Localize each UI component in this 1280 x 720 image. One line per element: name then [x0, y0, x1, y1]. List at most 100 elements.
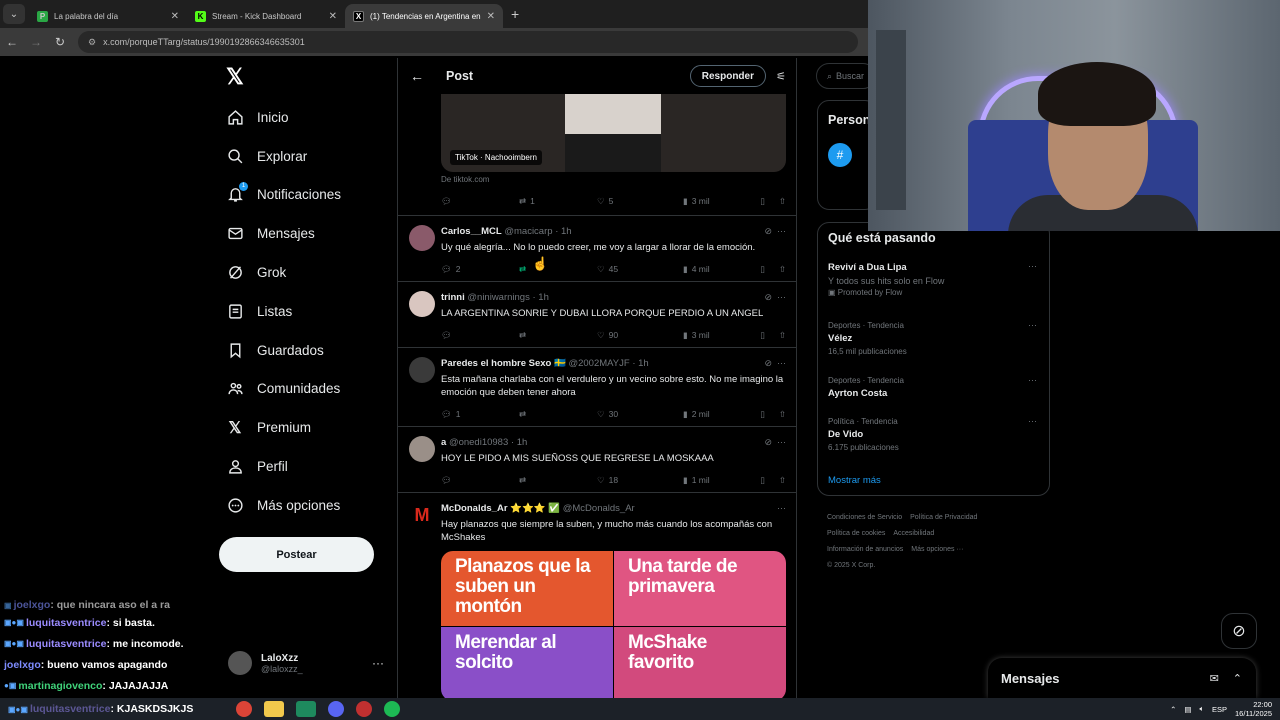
reload-icon[interactable]: ↻	[48, 35, 72, 49]
author-name[interactable]: Paredes el hombre Sexo 🇸🇪	[441, 358, 566, 369]
avatar[interactable]	[409, 357, 435, 383]
lang-indicator[interactable]: ESP	[1212, 705, 1227, 714]
repost-action[interactable]: ⇄	[519, 330, 597, 341]
repost-action[interactable]: ⇄	[519, 264, 597, 275]
tab-1[interactable]: P La palabra del día ✕	[29, 4, 187, 28]
reply-action[interactable]: 💬︎ 2	[441, 264, 519, 275]
sidebar-item-comunidades[interactable]: Comunidades	[226, 370, 386, 409]
new-message-icon[interactable]: ✉	[1210, 672, 1219, 685]
trend-item[interactable]: Política · Tendencia De Vido 6.175 publi…	[828, 416, 1043, 454]
share-icon[interactable]: ⇧	[779, 409, 786, 420]
site-info-icon[interactable]: ⚙	[88, 37, 96, 48]
mcdonalds-logo-icon[interactable]: M	[409, 502, 435, 528]
like-action[interactable]: ♡ 5	[597, 196, 683, 207]
sidebar-item-listas[interactable]: Listas	[226, 292, 386, 331]
footer-link[interactable]: Política de cookies	[827, 530, 885, 537]
promo-image-grid[interactable]: Planazos que la suben un montón Una tard…	[441, 551, 786, 698]
more-icon[interactable]: ···	[372, 656, 384, 670]
x-logo-icon[interactable]: 𝕏	[226, 64, 244, 90]
bookmark-icon[interactable]: ▯	[760, 196, 765, 207]
more-icon[interactable]: ···	[1028, 416, 1037, 426]
reply-tweet[interactable]: Carlos__MCL @macicarp · 1h ⊘ ··· Uy qué …	[398, 215, 796, 281]
more-icon[interactable]: ···	[777, 503, 786, 513]
bookmark-icon[interactable]: ▯	[760, 330, 765, 341]
grok-icon[interactable]: ⊘ ···	[764, 437, 786, 448]
trend-item[interactable]: Deportes · Tendencia Vélez 16,5 mil publ…	[828, 320, 1043, 358]
author-name[interactable]: McDonalds_Ar ⭐⭐⭐ ✅	[441, 503, 560, 514]
reply-action[interactable]: 💬︎	[441, 330, 519, 341]
views-action[interactable]: ▮ 1 mil	[683, 475, 755, 486]
sidebar-item-inicio[interactable]: Inicio	[226, 98, 386, 137]
more-icon[interactable]: ···	[1028, 375, 1037, 385]
sidebar-item-explorar[interactable]: Explorar	[226, 137, 386, 176]
footer-link[interactable]: Más opciones ···	[911, 546, 963, 553]
discord-icon[interactable]	[328, 701, 344, 717]
footer-link[interactable]: Condiciones de Servicio	[827, 514, 902, 521]
network-icon[interactable]: ▤	[1184, 705, 1191, 714]
folder-icon[interactable]	[264, 701, 284, 717]
like-action[interactable]: ♡ 90	[597, 330, 683, 341]
bookmark-icon[interactable]: ▯	[760, 264, 765, 275]
obs-icon[interactable]	[356, 701, 372, 717]
reply-tweet[interactable]: Paredes el hombre Sexo 🇸🇪 @2002MAYJF · 1…	[398, 347, 796, 426]
tab-3[interactable]: X (1) Tendencias en Argentina en ✕	[345, 4, 503, 28]
author-name[interactable]: a	[441, 437, 446, 448]
reply-tweet[interactable]: a @onedi10983 · 1h ⊘ ··· HOY LE PIDO A M…	[398, 426, 796, 492]
grok-floating-icon[interactable]: ⊘	[1221, 613, 1257, 649]
share-icon[interactable]: ⇧	[779, 196, 786, 207]
trend-item[interactable]: Deportes · Tendencia Ayrton Costa ···	[828, 375, 1043, 401]
new-tab-icon[interactable]: +	[511, 6, 519, 22]
reply-tweet[interactable]: trinni @niniwarnings · 1h ⊘ ··· LA ARGEN…	[398, 281, 796, 347]
sidebar-item-mensajes[interactable]: Mensajes	[226, 214, 386, 253]
more-icon[interactable]: ···	[1028, 320, 1037, 330]
bookmark-icon[interactable]: ▯	[760, 409, 765, 420]
close-icon[interactable]: ✕	[171, 11, 179, 22]
search-input[interactable]: ⌕ Buscar	[816, 63, 876, 89]
url-field[interactable]: ⚙ x.com/porqueTTarg/status/1990192866346…	[78, 31, 858, 53]
grok-icon[interactable]: ⊘ ···	[764, 226, 786, 237]
like-action[interactable]: ♡ 45	[597, 264, 683, 275]
close-icon[interactable]: ✕	[487, 11, 495, 22]
footer-link[interactable]: Accesibilidad	[893, 530, 934, 537]
views-action[interactable]: ▮ 3 mil	[683, 196, 755, 207]
show-more-link[interactable]: Mostrar más	[828, 475, 881, 486]
reply-button[interactable]: Responder	[689, 65, 766, 87]
media-card[interactable]: TikTok · Nachooimbern	[441, 94, 786, 172]
trend-item[interactable]: Reviví a Dua Lipa Y todos sus hits solo …	[828, 261, 1043, 299]
sliders-icon[interactable]: ⚟	[766, 70, 796, 83]
avatar[interactable]	[409, 436, 435, 462]
tab-2[interactable]: K Stream - Kick Dashboard ✕	[187, 4, 345, 28]
footer-link[interactable]: Política de Privacidad	[910, 514, 977, 521]
repost-action[interactable]: ⇄ 1	[519, 196, 597, 207]
views-action[interactable]: ▮ 3 mil	[683, 330, 755, 341]
reply-action[interactable]: 💬︎	[441, 196, 519, 207]
back-icon[interactable]: ←	[0, 35, 24, 49]
repost-action[interactable]: ⇄	[519, 475, 597, 486]
like-action[interactable]: ♡ 30	[597, 409, 683, 420]
clock[interactable]: 22:00 16/11/2025	[1235, 700, 1272, 718]
source-link[interactable]: De tiktok.com	[441, 175, 489, 184]
chevron-up-icon[interactable]: ⌃	[1170, 705, 1176, 714]
reply-action[interactable]: 💬︎ 1	[441, 409, 519, 420]
grok-icon[interactable]: ⊘ ···	[764, 292, 786, 303]
footer-link[interactable]: Información de anuncios	[827, 546, 903, 553]
share-icon[interactable]: ⇧	[779, 264, 786, 275]
avatar[interactable]	[409, 225, 435, 251]
views-action[interactable]: ▮ 2 mil	[683, 409, 755, 420]
chrome-icon[interactable]	[236, 701, 252, 717]
repost-action[interactable]: ⇄	[519, 409, 597, 420]
sidebar-item-grok[interactable]: Grok	[226, 253, 386, 292]
sidebar-item-guardados[interactable]: Guardados	[226, 331, 386, 370]
post-button[interactable]: Postear	[219, 537, 374, 572]
bookmark-icon[interactable]: ▯	[760, 475, 765, 486]
share-icon[interactable]: ⇧	[779, 475, 786, 486]
grok-icon[interactable]: ⊘ ···	[764, 358, 786, 369]
sidebar-item-mas-opciones[interactable]: Más opciones	[226, 486, 386, 525]
expand-icon[interactable]: ⌃	[1233, 672, 1242, 685]
close-icon[interactable]: ✕	[329, 11, 337, 22]
spotify-icon[interactable]	[384, 701, 400, 717]
messages-drawer[interactable]: Mensajes ✉ ⌃	[988, 658, 1256, 698]
author-name[interactable]: Carlos__MCL	[441, 226, 502, 237]
like-action[interactable]: ♡ 18	[597, 475, 683, 486]
author-name[interactable]: trinni	[441, 292, 465, 303]
